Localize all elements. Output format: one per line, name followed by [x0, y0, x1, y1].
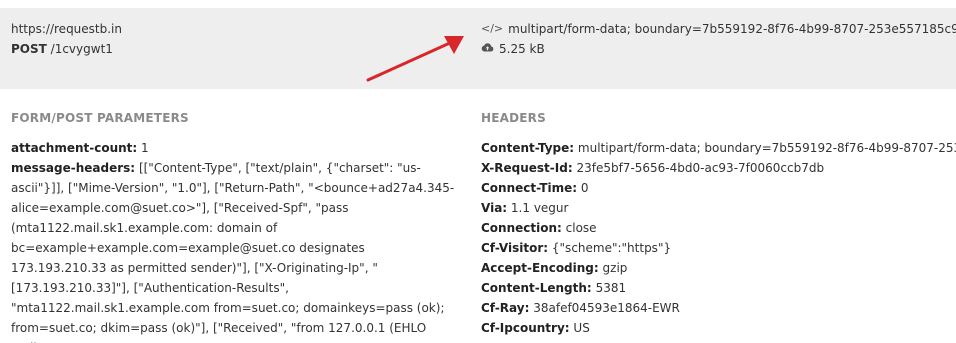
- cloud-upload-icon: [481, 39, 494, 59]
- header-key: Connection:: [481, 221, 562, 235]
- header-value: {"scheme":"https"}: [551, 241, 672, 255]
- header-row: X-Request-Id: 23fe5bf7-5656-4bd0-ac93-7f…: [481, 158, 956, 178]
- size-row: 5.25 kB: [481, 39, 956, 59]
- header-value: US: [573, 321, 590, 335]
- headers-title: HEADERS: [481, 111, 546, 125]
- header-key: Content-Length:: [481, 281, 592, 295]
- param-row: message-headers: [["Content-Type", ["tex…: [11, 158, 456, 343]
- request-method-path: POST /1cvygwt1: [11, 39, 122, 59]
- header-value: 38afef04593e1864-EWR: [533, 301, 680, 315]
- code-icon: </>: [481, 22, 504, 35]
- header-row: Cf-Ipcountry: US: [481, 318, 956, 338]
- requestbin-page: https://requestb.in POST /1cvygwt1 </> m…: [0, 0, 956, 343]
- annotation-arrow: [366, 36, 464, 82]
- param-row: attachment-count: 1: [11, 138, 456, 158]
- header-row: Connect-Time: 0: [481, 178, 956, 198]
- request-path[interactable]: /1cvygwt1: [51, 42, 113, 56]
- header-row: Content-Length: 5381: [481, 278, 956, 298]
- header-key: Content-Type:: [481, 141, 575, 155]
- header-key: Cf-Visitor:: [481, 241, 549, 255]
- request-method: POST: [11, 42, 47, 56]
- header-value: 1.1 vegur: [510, 201, 569, 215]
- header-value: multipart/form-data; boundary=7b559192-8…: [577, 141, 956, 155]
- header-value: 5381: [595, 281, 627, 295]
- request-meta: </> multipart/form-data; boundary=7b5591…: [481, 19, 956, 59]
- header-row: Cf-Ray: 38afef04593e1864-EWR: [481, 298, 956, 318]
- content-type-value: multipart/form-data; boundary=7b559192-8…: [508, 22, 956, 36]
- form-parameters-section: FORM/POST PARAMETERS attachment-count: 1…: [11, 109, 456, 343]
- param-key: attachment-count:: [11, 141, 138, 155]
- request-endpoint: https://requestb.in POST /1cvygwt1: [11, 19, 122, 59]
- header-value: 0: [580, 181, 589, 195]
- header-value: 23fe5bf7-5656-4bd0-ac93-7f0060ccb7db: [576, 161, 825, 175]
- header-key: Cf-Ipcountry:: [481, 321, 570, 335]
- param-value: 1: [141, 141, 149, 155]
- header-row: Cf-Visitor: {"scheme":"https"}: [481, 238, 956, 258]
- header-key: Via:: [481, 201, 508, 215]
- param-key: message-headers:: [11, 161, 136, 175]
- header-value: gzip: [602, 261, 628, 275]
- param-value: [["Content-Type", ["text/plain", {"chars…: [11, 161, 455, 343]
- header-key: Accept-Encoding:: [481, 261, 599, 275]
- header-value: close: [565, 221, 597, 235]
- request-summary-bar: https://requestb.in POST /1cvygwt1 </> m…: [0, 8, 956, 89]
- request-host[interactable]: https://requestb.in: [11, 19, 122, 39]
- content-type-row: </> multipart/form-data; boundary=7b5591…: [481, 19, 956, 39]
- header-row: Connection: close: [481, 218, 956, 238]
- header-row: Content-Type: multipart/form-data; bound…: [481, 138, 956, 158]
- header-key: X-Request-Id:: [481, 161, 573, 175]
- header-row: Via: 1.1 vegur: [481, 198, 956, 218]
- form-parameters-title: FORM/POST PARAMETERS: [11, 111, 189, 125]
- header-key: Connect-Time:: [481, 181, 578, 195]
- headers-section: HEADERS Content-Type: multipart/form-dat…: [481, 109, 956, 338]
- header-row: Accept-Encoding: gzip: [481, 258, 956, 278]
- header-key: Cf-Ray:: [481, 301, 530, 315]
- size-value: 5.25 kB: [499, 42, 545, 56]
